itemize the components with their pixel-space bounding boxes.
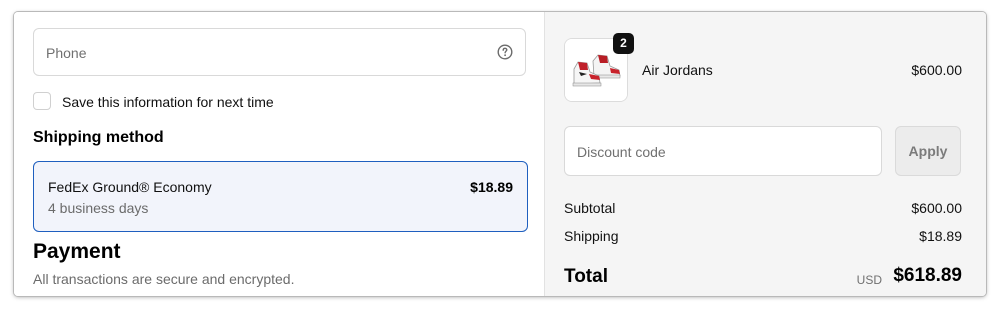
discount-placeholder: Discount code	[577, 144, 666, 160]
total-label: Total	[564, 266, 608, 287]
checkout-form-panel: Phone Save this information for next tim…	[14, 12, 544, 296]
total-value: $618.89	[893, 265, 962, 286]
total-currency: USD	[856, 273, 882, 287]
question-circle-icon[interactable]	[497, 44, 513, 60]
checkout-window: Phone Save this information for next tim…	[14, 12, 986, 296]
order-summary-panel: 2 Air Jordans $600.00 Discount code Appl…	[544, 12, 986, 296]
phone-field[interactable]: Phone	[33, 28, 526, 76]
save-info-checkbox[interactable]	[33, 92, 51, 110]
product-price: $600.00	[911, 62, 962, 78]
product-name: Air Jordans	[642, 62, 713, 78]
apply-discount-button[interactable]: Apply	[895, 126, 961, 176]
quantity-badge: 2	[613, 33, 634, 54]
payment-title: Payment	[33, 240, 121, 263]
shipping-option-days: 4 business days	[48, 200, 149, 216]
shipping-value: $18.89	[919, 228, 962, 244]
subtotal-label: Subtotal	[564, 200, 616, 216]
discount-code-input[interactable]: Discount code	[564, 126, 882, 176]
save-info-label[interactable]: Save this information for next time	[62, 94, 274, 110]
payment-subtitle: All transactions are secure and encrypte…	[33, 271, 295, 287]
shipping-option-price: $18.89	[470, 179, 513, 195]
phone-placeholder: Phone	[46, 45, 87, 61]
shipping-option-fedex[interactable]: FedEx Ground® Economy 4 business days $1…	[33, 161, 528, 232]
shipping-option-name: FedEx Ground® Economy	[48, 179, 212, 195]
shipping-method-title: Shipping method	[33, 129, 164, 146]
shipping-label: Shipping	[564, 228, 619, 244]
subtotal-value: $600.00	[911, 200, 962, 216]
